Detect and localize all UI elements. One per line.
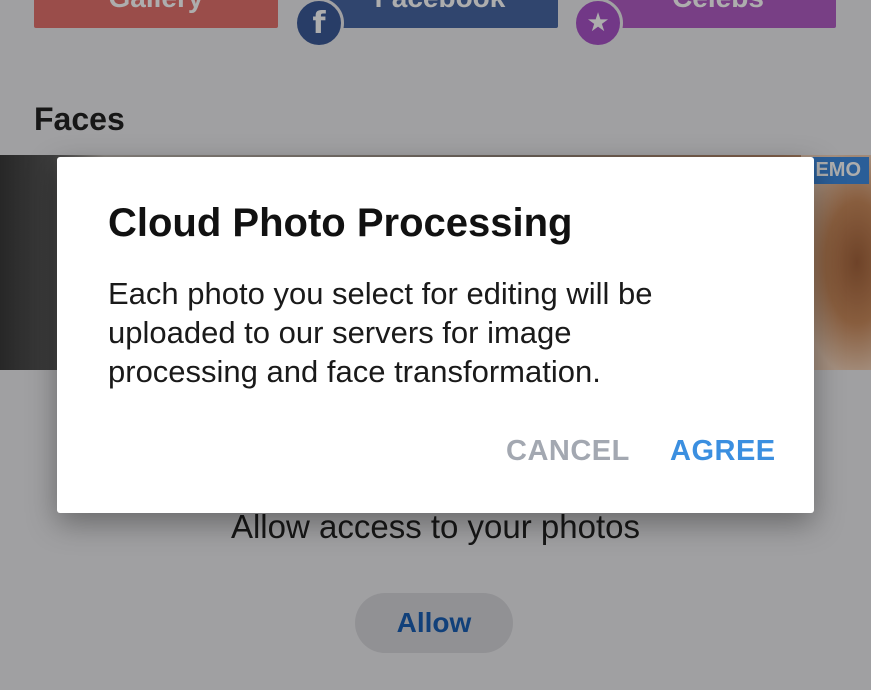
cloud-processing-dialog: Cloud Photo Processing Each photo you se… bbox=[57, 157, 814, 513]
dialog-message: Each photo you select for editing will b… bbox=[108, 276, 653, 389]
dialog-title: Cloud Photo Processing bbox=[108, 201, 573, 245]
agree-button[interactable]: AGREE bbox=[670, 435, 776, 468]
cancel-button[interactable]: CANCEL bbox=[506, 435, 630, 468]
